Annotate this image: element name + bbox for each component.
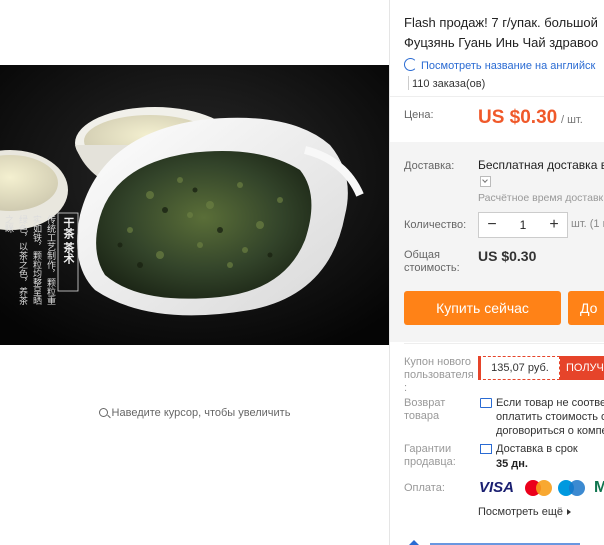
returns-text: Если товар не соответ оплатить стоимость… [496,396,604,438]
tea-photo-illustration [0,65,389,345]
product-title-line: Фуцзянь Гуань Инь Чай здравоо [404,35,599,50]
returns-text-line: договориться о компе [496,425,604,437]
product-details: Flash продаж! 7 г/упак. большой Фуцзянь … [390,0,604,545]
translate-icon [404,58,417,71]
returns-label: Возврат товара [404,397,445,423]
shipping-method[interactable]: Бесплатная доставка в Р [478,158,604,172]
image-caption-line: 实如铁，颗粒均整呈晒 [32,215,42,305]
returns-label-line: товара [404,410,440,422]
magnifier-icon [98,408,108,417]
mastercard-logo [525,478,553,498]
returns-text-line: Если товар не соответ [496,397,604,409]
guarantee-text: Доставка в срок [496,443,578,455]
translate-title-link[interactable]: Посмотреть название на английск [404,58,595,72]
see-more-text: Посмотреть ещё [478,506,563,518]
image-caption-line: 传统工艺制作，颗粒重 [46,215,56,305]
chevron-right-icon [566,509,571,515]
product-gallery: 干茶 茶术 传统工艺制作，颗粒重 实如铁，颗粒均整呈晒 绿色，以茶之色，养茶 之… [0,0,389,545]
shipping-time: Расчётное время доставк [478,192,604,204]
coupon-label: Купон нового пользователя : [404,356,474,395]
price-label: Цена: [404,109,434,121]
guarantee-label: Гарантии продавца: [404,443,456,469]
total-value: US $0.30 [478,248,537,264]
coupon-label-line: Купон нового [404,356,472,368]
guarantee-label-line: продавца: [404,456,456,468]
shipping-label: Доставка: [404,160,455,172]
quantity-input[interactable]: 1 [505,213,541,237]
zoom-hint-text: Наведите курсор, чтобы увеличить [111,407,291,419]
get-coupon-button[interactable]: ПОЛУЧ [560,356,604,380]
maestro-logo [558,478,586,498]
product-title: Flash продаж! 7 г/упак. большой Фуцзянь … [404,13,604,53]
guarantee-label-line: Гарантии [404,443,452,455]
image-caption-line: 之眯 [4,215,14,233]
orders-count[interactable]: 110 заказа(ов) [412,78,485,90]
quantity-label: Количество: [404,219,467,231]
total-label-line: Общая [404,249,440,261]
image-caption-line: 绿色，以茶之色，养茶 [18,215,28,305]
total-label-line: стоимость: [404,262,460,274]
coupon-label-line: пользователя [404,369,474,381]
zoom-hint: Наведите курсор, чтобы увеличить [0,407,389,419]
translate-link-text: Посмотреть название на английск [421,60,596,72]
section-divider [404,343,604,344]
product-title-line: Flash продаж! 7 г/упак. большой [404,15,598,30]
price-unit: / шт. [561,114,583,126]
quantity-unit: шт. (1 п [571,218,604,230]
protection-banner-edge [409,540,580,545]
guarantee-days: 35 дн. [496,458,528,470]
returns-label-line: Возврат [404,397,446,409]
total-label: Общая стоимость: [404,249,460,275]
add-to-cart-button[interactable]: До [568,291,604,325]
buy-now-button[interactable]: Купить сейчас [404,291,561,325]
price-value: US $0.30 [478,107,558,128]
payment-label: Оплата: [404,482,445,494]
product-main-image[interactable]: 干茶 茶术 传统工艺制作，颗粒重 实如铁，颗粒均整呈晒 绿色，以茶之色，养茶 之… [0,65,389,345]
coupon-label-line: : [404,382,408,394]
returns-icon [480,398,492,408]
image-caption-title: 干茶 茶术 [62,217,74,265]
quantity-decrease-button[interactable]: − [479,213,505,237]
quantity-increase-button[interactable]: + [541,213,567,237]
delivery-truck-icon [480,444,492,454]
coupon-value: 135,07 руб. [478,356,560,380]
visa-logo: VISA [479,479,515,496]
mir-logo: M [594,479,604,496]
returns-text-line: оплатить стоимость об [496,411,604,423]
quantity-stepper: − 1 + [478,212,568,238]
see-more-payments-link[interactable]: Посмотреть ещё [478,506,571,518]
shipping-dropdown-icon[interactable] [480,176,491,187]
orders-separator [408,76,409,90]
